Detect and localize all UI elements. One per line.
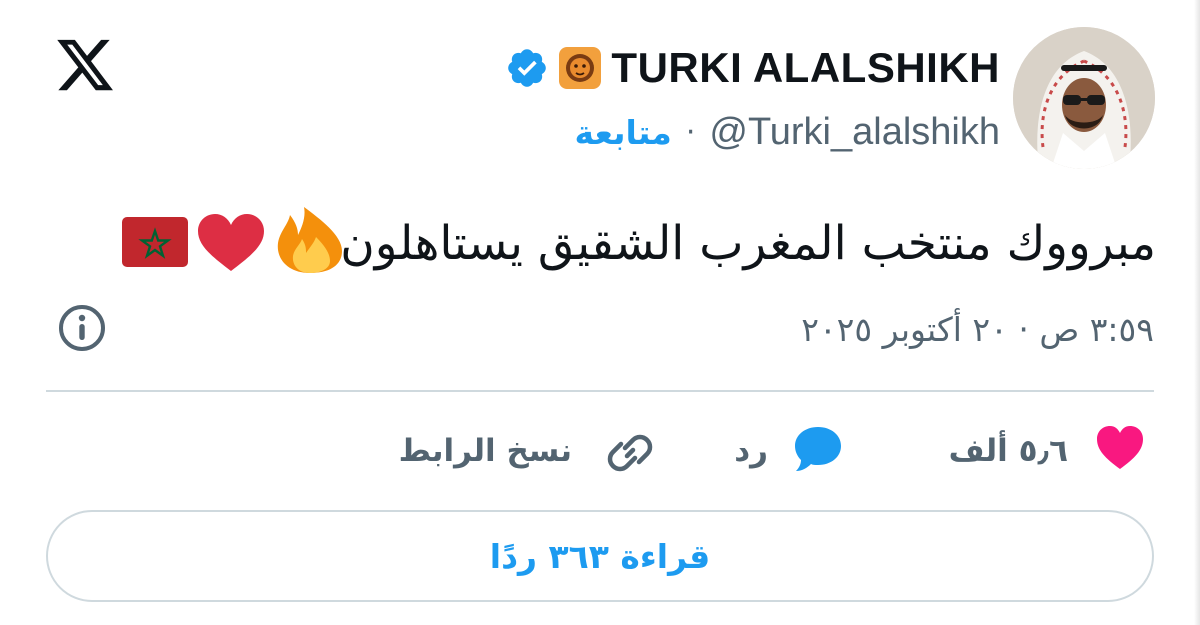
divider <box>46 390 1154 392</box>
profile-photo <box>1013 27 1155 169</box>
display-name[interactable]: TURKI ALALSHIKH <box>611 44 1000 92</box>
info-icon[interactable] <box>57 303 107 353</box>
reply-button[interactable]: رد <box>734 428 768 474</box>
speech-bubble-icon[interactable] <box>793 425 843 473</box>
morocco-flag-emoji <box>122 217 188 267</box>
fire-emoji <box>277 207 342 273</box>
copy-link-label: نسخ الرابط <box>398 433 572 469</box>
tweet-text: مبرووك منتخب المغرب الشقيق يستاهلون <box>340 215 1156 271</box>
read-replies-label: قراءة ٣٦٣ ردًا <box>489 536 711 576</box>
like-button[interactable]: ٥٫٦ ألف <box>949 428 1068 474</box>
heart-icon[interactable] <box>1095 425 1145 471</box>
tweet-timestamp[interactable]: ٣:٥٩ ص · ٢٠ أكتوبر ٢٠٢٥ <box>801 306 1154 352</box>
red-heart-emoji <box>198 214 264 271</box>
lion-badge-icon[interactable] <box>559 47 602 89</box>
read-replies-button[interactable]: قراءة ٣٦٣ ردًا <box>46 510 1154 602</box>
handle-row: متابعة · @Turki_alalshikh <box>575 106 1000 158</box>
copy-link-button[interactable]: نسخ الرابط <box>399 428 572 474</box>
separator-dot: · <box>685 114 696 150</box>
follow-button[interactable]: متابعة <box>575 113 672 152</box>
verified-badge-icon[interactable] <box>505 46 549 90</box>
like-count: ٥٫٦ ألف <box>948 433 1068 469</box>
reply-label: رد <box>734 433 768 469</box>
tweet-card: TURKI ALALSHIKH متابعة · @Turki_alalshik… <box>0 0 1200 625</box>
avatar[interactable] <box>1013 27 1155 169</box>
user-handle[interactable]: @Turki_alalshikh <box>709 111 1000 154</box>
emoji-group <box>122 207 342 273</box>
link-icon[interactable] <box>605 428 655 478</box>
x-logo-icon[interactable] <box>52 34 118 96</box>
edge-shadow <box>1194 0 1200 625</box>
name-row: TURKI ALALSHIKH <box>505 42 1000 94</box>
